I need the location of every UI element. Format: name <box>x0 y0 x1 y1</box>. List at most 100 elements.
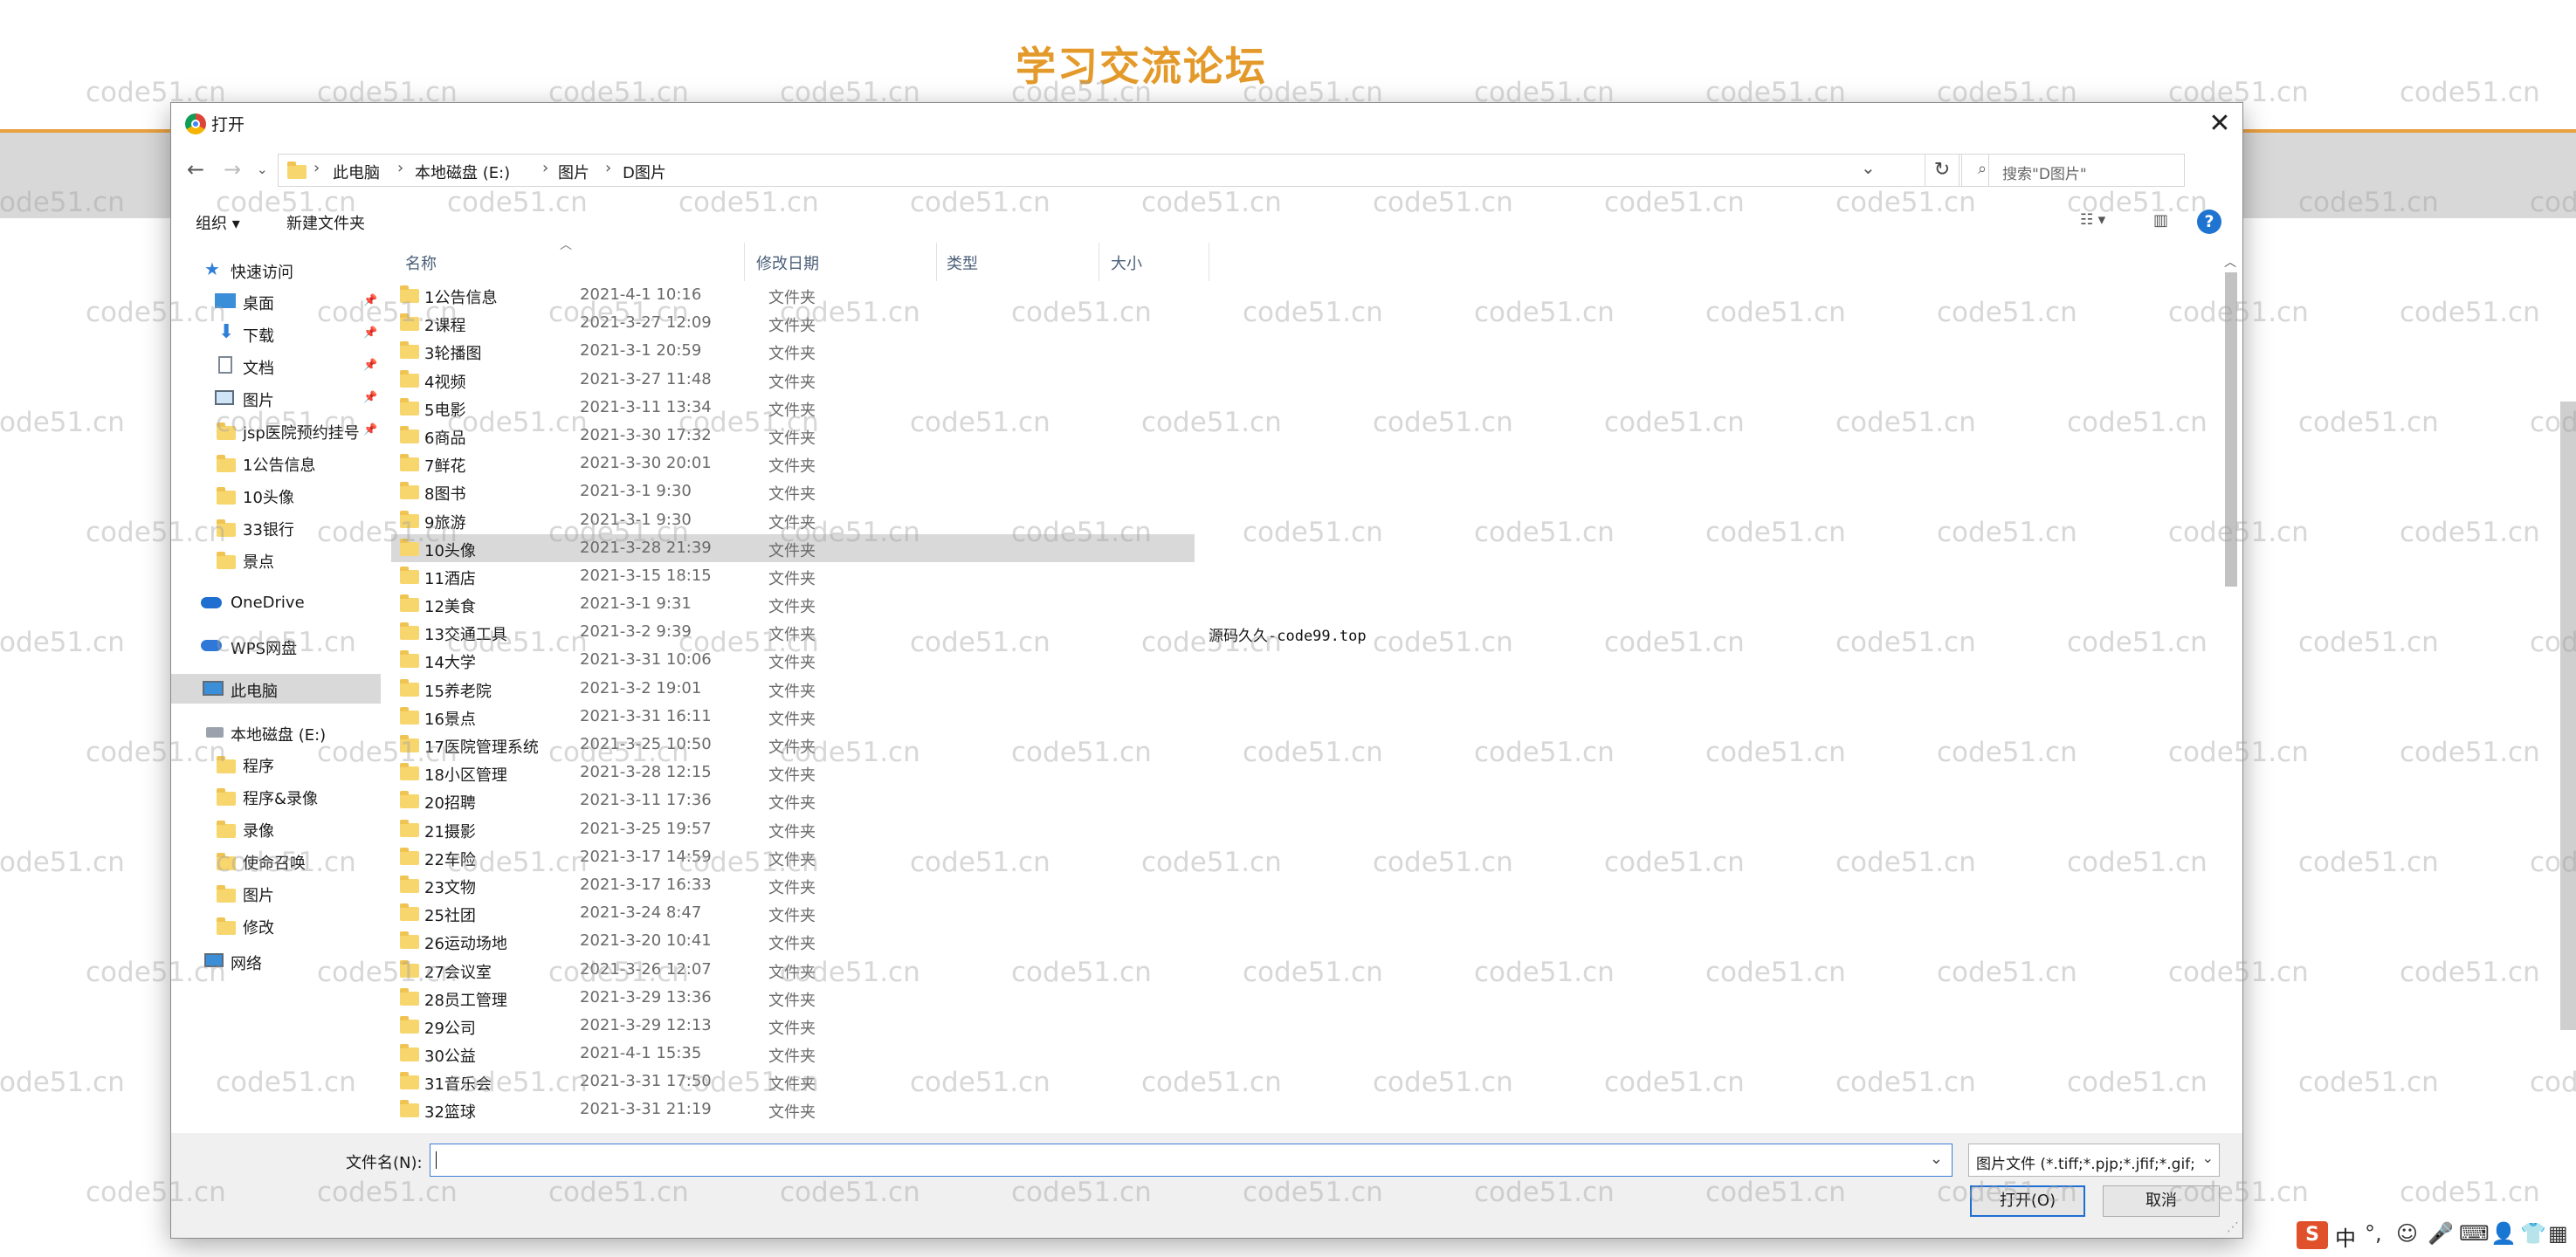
scrollbar-thumb[interactable] <box>2225 272 2237 587</box>
breadcrumb-disk[interactable]: 本地磁盘 (E:) <box>415 161 510 183</box>
file-row[interactable]: 11酒店 2021-3-15 18:15 文件夹 <box>391 562 1195 590</box>
file-row[interactable]: 12美食 2021-3-1 9:31 文件夹 <box>391 590 1195 618</box>
file-row[interactable]: 5电影 2021-3-11 13:34 文件夹 <box>391 394 1195 422</box>
sidebar-item-this-pc[interactable]: 此电脑 <box>171 674 381 704</box>
file-row[interactable]: 15养老院 2021-3-2 19:01 文件夹 <box>391 675 1195 703</box>
preview-pane-icon[interactable]: ▥ <box>2153 211 2168 230</box>
filename-input[interactable]: ⌄ <box>430 1144 1953 1177</box>
close-button[interactable]: ✕ <box>2202 106 2237 141</box>
file-list-scrollbar[interactable]: ︿ ﹀ <box>2221 253 2241 1236</box>
file-row[interactable]: 16景点 2021-3-31 16:11 文件夹 <box>391 703 1195 731</box>
sidebar-item-folder[interactable]: 1公告信息 <box>171 448 381 477</box>
page-scrollbar[interactable] <box>2560 402 2576 1030</box>
file-row[interactable]: 4视频 2021-3-27 11:48 文件夹 <box>391 366 1195 394</box>
file-type-select[interactable]: 图片文件 (*.tiff;*.pjp;*.jfif;*.gif; ⌄ <box>1968 1144 2220 1177</box>
file-row[interactable]: 2课程 2021-3-27 12:09 文件夹 <box>391 309 1195 337</box>
column-header-size[interactable]: 大小 <box>1111 251 1142 274</box>
column-divider[interactable] <box>744 243 745 281</box>
sidebar-item-downloads[interactable]: ⬇ 下载 📌 <box>171 319 381 348</box>
file-row[interactable]: 23文物 2021-3-17 16:33 文件夹 <box>391 871 1195 899</box>
resize-grip-icon[interactable]: ⋰ <box>2227 1220 2239 1234</box>
address-bar[interactable]: › 此电脑 › 本地磁盘 (E:) › 图片 › D图片 ⌄ <box>278 154 1989 187</box>
emoji-icon[interactable]: ☺ <box>2396 1221 2418 1246</box>
open-button[interactable]: 打开(O) <box>1970 1185 2085 1217</box>
sidebar-item-network[interactable]: 网络 <box>171 946 381 976</box>
sidebar-item-onedrive[interactable]: OneDrive <box>171 588 381 618</box>
file-name: 8图书 <box>424 485 466 505</box>
file-row[interactable]: 6商品 2021-3-30 17:32 文件夹 <box>391 422 1195 450</box>
help-icon[interactable]: ? <box>2197 210 2221 234</box>
column-header-type[interactable]: 类型 <box>947 251 978 274</box>
sidebar-item-quick-access[interactable]: ★ 快速访问 <box>171 255 381 285</box>
sidebar-item-folder[interactable]: 程序&录像 <box>171 781 381 811</box>
microphone-icon[interactable]: 🎤 <box>2428 1221 2454 1246</box>
breadcrumb-this-pc[interactable]: 此电脑 <box>333 161 380 183</box>
file-row[interactable]: 31音乐会 2021-3-31 17:50 文件夹 <box>391 1068 1195 1096</box>
folder-icon <box>400 931 419 950</box>
column-divider[interactable] <box>936 243 937 281</box>
back-arrow-icon[interactable]: ← <box>187 157 204 182</box>
forward-arrow-icon[interactable]: → <box>224 157 241 182</box>
shirt-icon[interactable]: 👕 <box>2520 1221 2546 1246</box>
sidebar-item-folder[interactable]: 景点 <box>171 545 381 574</box>
file-row[interactable]: 18小区管理 2021-3-28 12:15 文件夹 <box>391 759 1195 786</box>
scroll-up-icon[interactable]: ︿ <box>2224 253 2236 271</box>
sidebar-item-pictures[interactable]: 图片 📌 <box>171 383 381 413</box>
sidebar-item-folder[interactable]: jsp医院预约挂号 📌 <box>171 416 381 445</box>
recent-chevron-icon[interactable]: ⌄ <box>257 157 268 182</box>
file-date: 2021-3-1 9:30 <box>580 510 692 529</box>
search-input[interactable]: ⌕ 搜索"D图片" <box>1961 154 2185 187</box>
refresh-icon[interactable]: ↻ <box>1925 154 1960 187</box>
chevron-down-icon[interactable]: ⌄ <box>1930 1150 1943 1168</box>
file-row[interactable]: 20招聘 2021-3-11 17:36 文件夹 <box>391 786 1195 814</box>
file-row[interactable]: 29公司 2021-3-29 12:13 文件夹 <box>391 1012 1195 1040</box>
file-row[interactable]: 3轮播图 2021-3-1 20:59 文件夹 <box>391 337 1195 365</box>
file-date: 2021-3-2 9:39 <box>580 622 692 642</box>
sidebar-item-folder[interactable]: 录像 <box>171 814 381 843</box>
keyboard-icon[interactable]: ⌨ <box>2459 1221 2490 1246</box>
organize-button[interactable]: 组织 ▾ <box>196 211 240 234</box>
folder-icon <box>400 706 419 725</box>
sidebar-item-desktop[interactable]: 桌面 📌 <box>171 286 381 316</box>
chevron-down-icon[interactable]: ⌄ <box>1861 157 1876 178</box>
sidebar-item-folder[interactable]: 程序 <box>171 749 381 779</box>
wps-cloud-icon <box>201 640 222 651</box>
breadcrumb-pictures[interactable]: 图片 <box>558 161 589 183</box>
file-row[interactable]: 28员工管理 2021-3-29 13:36 文件夹 <box>391 984 1195 1012</box>
user-icon[interactable]: 👤 <box>2490 1221 2517 1246</box>
new-folder-button[interactable]: 新建文件夹 <box>286 211 365 234</box>
file-row[interactable]: 9旅游 2021-3-1 9:30 文件夹 <box>391 506 1195 534</box>
punctuation-icon[interactable]: °, <box>2365 1221 2382 1246</box>
file-row[interactable]: 30公益 2021-4-1 15:35 文件夹 <box>391 1040 1195 1068</box>
sidebar-item-folder[interactable]: 图片 <box>171 878 381 908</box>
open-file-dialog: 打开 ✕ ← → ⌄ › 此电脑 › 本地磁盘 (E:) › 图片 › D图片 … <box>171 103 2242 1238</box>
file-row[interactable]: 7鲜花 2021-3-30 20:01 文件夹 <box>391 450 1195 477</box>
file-row[interactable]: 17医院管理系统 2021-3-25 10:50 文件夹 <box>391 731 1195 759</box>
grid-icon[interactable]: ▦ <box>2548 1221 2568 1246</box>
breadcrumb-current[interactable]: D图片 <box>623 161 666 183</box>
file-row[interactable]: 21摄影 2021-3-25 19:57 文件夹 <box>391 815 1195 843</box>
file-row[interactable]: 32篮球 2021-3-31 21:19 文件夹 <box>391 1096 1195 1123</box>
file-row[interactable]: 22车险 2021-3-17 14:59 文件夹 <box>391 843 1195 871</box>
file-row[interactable]: 13交通工具 2021-3-2 9:39 文件夹 <box>391 618 1195 646</box>
sidebar-item-folder[interactable]: 33银行 <box>171 512 381 542</box>
column-header-date[interactable]: 修改日期 <box>756 251 819 274</box>
file-row[interactable]: 8图书 2021-3-1 9:30 文件夹 <box>391 477 1195 505</box>
file-row[interactable]: 27会议室 2021-3-26 12:07 文件夹 <box>391 956 1195 984</box>
file-row[interactable]: 10头像 2021-3-28 21:39 文件夹 <box>391 533 1195 562</box>
sidebar-item-wps[interactable]: WPS网盘 <box>171 631 381 661</box>
file-row[interactable]: 1公告信息 2021-4-1 10:16 文件夹 <box>391 281 1195 309</box>
file-row[interactable]: 14大学 2021-3-31 10:06 文件夹 <box>391 646 1195 674</box>
sidebar-item-folder[interactable]: 10头像 <box>171 480 381 510</box>
sogou-s-icon[interactable]: S <box>2297 1221 2328 1249</box>
sidebar-item-folder[interactable]: 使命召唤 <box>171 846 381 876</box>
file-row[interactable]: 26运动场地 2021-3-20 10:41 文件夹 <box>391 927 1195 955</box>
sidebar-item-folder[interactable]: 修改 <box>171 910 381 940</box>
sidebar-item-disk[interactable]: 本地磁盘 (E:) <box>171 718 381 747</box>
column-header-name[interactable]: 名称 <box>405 251 437 274</box>
view-options-icon[interactable]: ☷ ▾ <box>2080 211 2105 229</box>
ime-language[interactable]: 中 <box>2335 1221 2356 1252</box>
file-row[interactable]: 25社团 2021-3-24 8:47 文件夹 <box>391 899 1195 927</box>
sidebar-item-documents[interactable]: 文档 📌 <box>171 351 381 381</box>
cancel-button[interactable]: 取消 <box>2103 1185 2220 1217</box>
